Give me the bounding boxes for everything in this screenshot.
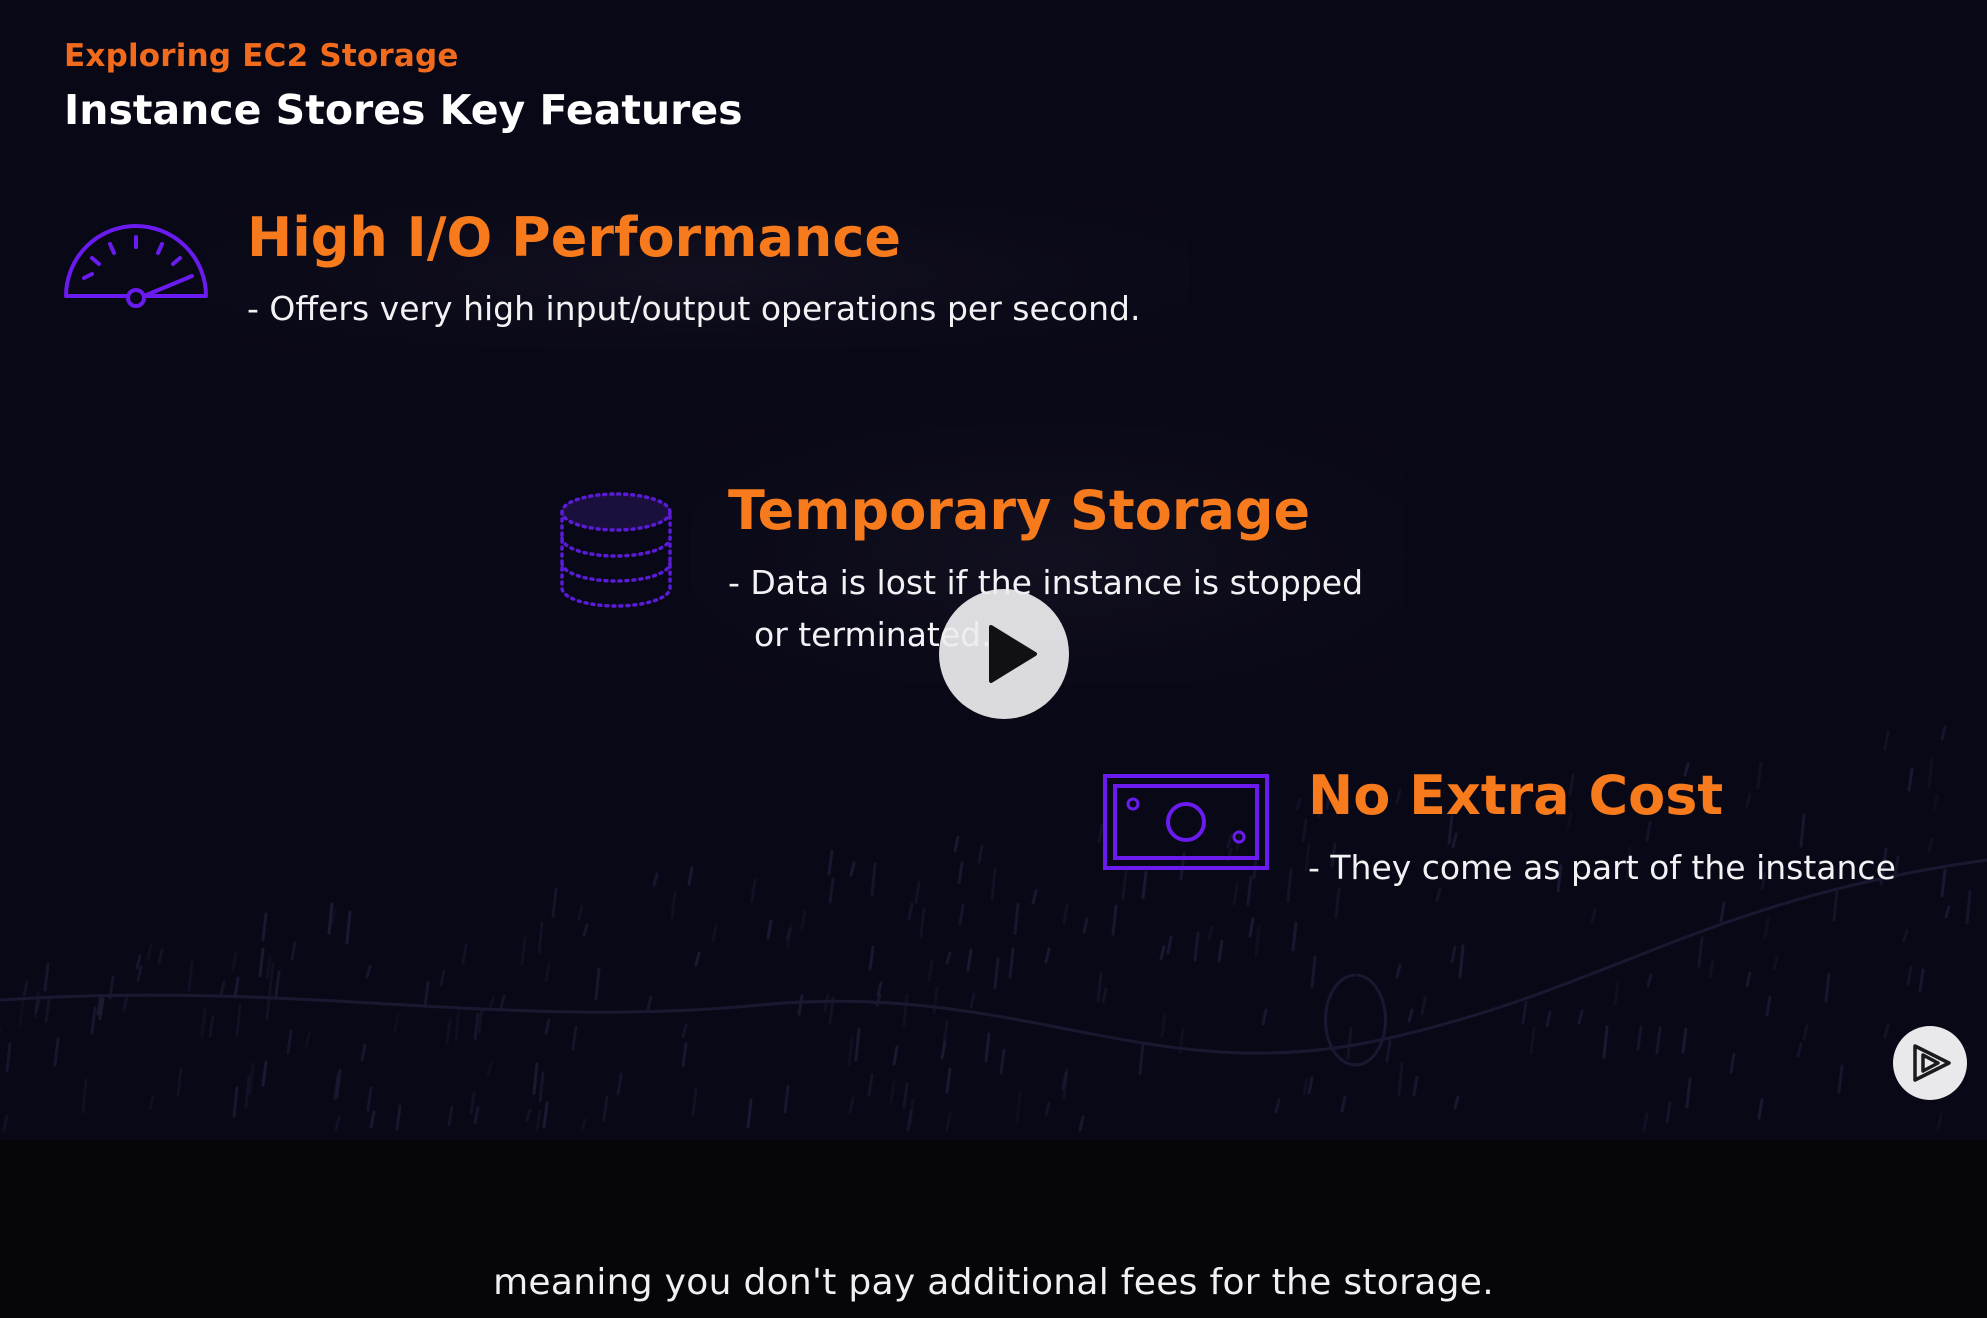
subtitle-caption: meaning you don't pay additional fees fo… (493, 1262, 1494, 1303)
feature-title: No Extra Cost (1308, 764, 1724, 827)
feature-title: High I/O Performance (247, 206, 901, 269)
pluralsight-button[interactable] (1893, 1026, 1967, 1100)
feature-description: - They come as part of the instance (1308, 848, 1896, 887)
slide-frame[interactable]: Exploring EC2 Storage Instance Stores Ke… (0, 0, 1987, 1140)
pluralsight-logo-icon (1913, 1044, 1951, 1082)
feature-title: Temporary Storage (728, 479, 1311, 542)
feature-description: - Offers very high input/output operatio… (247, 289, 1141, 328)
speedometer-icon (64, 224, 208, 308)
section-label: Exploring EC2 Storage (64, 38, 459, 74)
play-icon (989, 625, 1037, 683)
money-bill-icon (1103, 774, 1269, 870)
play-button[interactable] (939, 589, 1069, 719)
slide-title: Instance Stores Key Features (64, 86, 743, 134)
video-player: Exploring EC2 Storage Instance Stores Ke… (0, 0, 1987, 1318)
database-icon (560, 492, 672, 608)
